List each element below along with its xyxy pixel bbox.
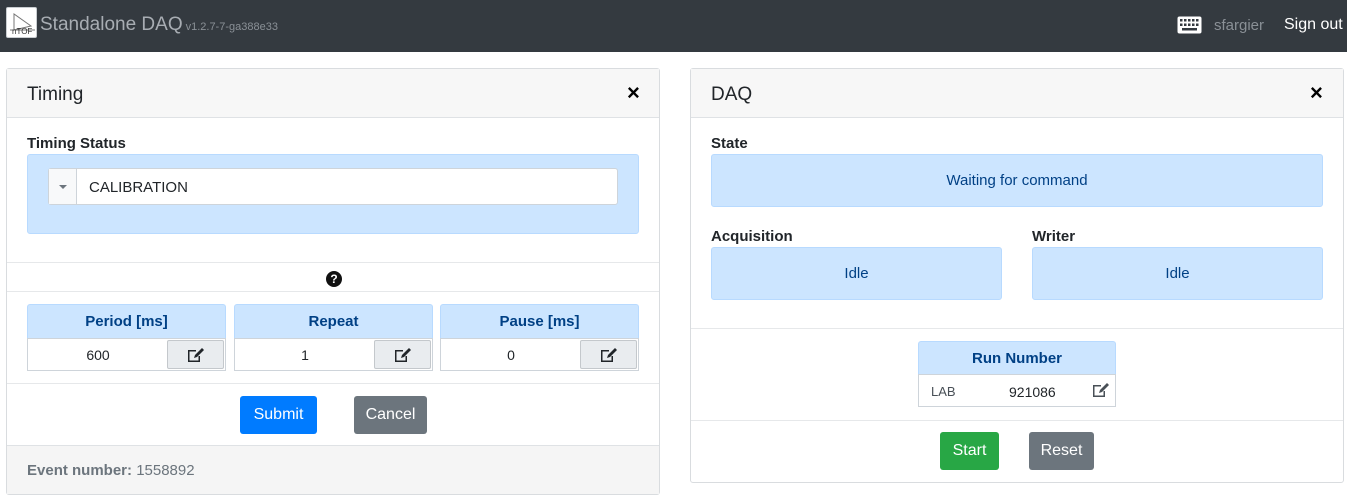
run-number-label: Run Number <box>918 341 1116 374</box>
keyboard-icon[interactable] <box>1177 16 1202 34</box>
run-number-value: 921086 <box>1009 384 1056 400</box>
state-box: Waiting for command <box>711 154 1323 207</box>
timing-status-value: CALIBRATION <box>89 179 188 196</box>
help-icon[interactable]: ? <box>326 271 342 287</box>
writer-box: Idle <box>1032 247 1323 300</box>
start-button[interactable]: Start <box>940 432 999 470</box>
run-prefix: LAB <box>931 384 956 399</box>
event-number-label: Event number: <box>27 462 133 479</box>
timing-divider <box>7 383 659 384</box>
repeat-edit-button[interactable] <box>374 340 431 369</box>
timing-divider <box>7 291 659 292</box>
timing-card-header: Timing × <box>7 69 659 118</box>
acquisition-label: Acquisition <box>711 228 793 245</box>
writer-label: Writer <box>1032 228 1076 245</box>
logo-text: nTOF <box>12 27 33 36</box>
timing-status-box: CALIBRATION <box>27 154 639 234</box>
sign-out-link[interactable]: Sign out <box>1284 16 1343 34</box>
acquisition-box: Idle <box>711 247 1002 300</box>
cancel-button[interactable]: Cancel <box>354 396 427 434</box>
edit-icon <box>395 348 411 362</box>
event-number: Event number: 1558892 <box>27 462 195 479</box>
pause-param: Pause [ms] 0 <box>440 304 639 371</box>
timing-status-label: Timing Status <box>27 135 126 152</box>
run-number-edit-icon[interactable] <box>1092 382 1110 398</box>
timing-footer: Event number: 1558892 <box>7 445 659 494</box>
app-title-text: Standalone DAQ <box>40 14 183 35</box>
edit-icon <box>601 348 617 362</box>
repeat-label: Repeat <box>234 304 433 338</box>
app-version: v1.2.7-7-ga388e33 <box>185 21 278 33</box>
run-number-group: Run Number LAB 921086 <box>918 341 1116 408</box>
app-title[interactable]: Standalone DAQ v1.2.7-7-ga388e33 <box>40 14 278 36</box>
daq-divider <box>691 420 1343 421</box>
event-number-value: 1558892 <box>136 462 195 479</box>
timing-card: Timing × Timing Status CALIBRATION ? Per… <box>6 68 660 495</box>
username: sfargier <box>1214 17 1265 34</box>
timing-close-icon[interactable]: × <box>627 82 640 104</box>
timing-title: Timing <box>27 84 84 105</box>
timing-divider <box>7 262 659 263</box>
caret-down-icon <box>59 185 67 189</box>
repeat-param: Repeat 1 <box>234 304 433 371</box>
period-edit-button[interactable] <box>167 340 224 369</box>
run-number-field: LAB 921086 <box>918 374 1116 407</box>
reset-button[interactable]: Reset <box>1029 432 1094 470</box>
timing-status-select[interactable]: CALIBRATION <box>48 168 618 205</box>
timing-status-dropdown-button[interactable] <box>49 169 77 204</box>
pause-label: Pause [ms] <box>440 304 639 338</box>
period-field: 600 <box>27 338 226 371</box>
pause-value: 0 <box>507 347 515 363</box>
daq-title: DAQ <box>711 84 753 105</box>
repeat-value: 1 <box>301 347 309 363</box>
repeat-field: 1 <box>234 338 433 371</box>
period-param: Period [ms] 600 <box>27 304 226 371</box>
period-value: 600 <box>86 347 110 363</box>
period-label: Period [ms] <box>27 304 226 338</box>
daq-card: DAQ × State Waiting for command Acquisit… <box>690 68 1344 483</box>
ntof-logo[interactable]: nTOF <box>6 7 37 38</box>
daq-close-icon[interactable]: × <box>1310 82 1323 104</box>
edit-icon <box>188 348 204 362</box>
navbar: nTOF Standalone DAQ v1.2.7-7-ga388e33 sfa… <box>0 0 1347 52</box>
pause-edit-button[interactable] <box>580 340 637 369</box>
daq-card-header: DAQ × <box>691 69 1343 118</box>
pause-field: 0 <box>440 338 639 371</box>
state-label: State <box>711 135 748 152</box>
submit-button[interactable]: Submit <box>240 396 317 434</box>
daq-divider <box>691 328 1343 329</box>
